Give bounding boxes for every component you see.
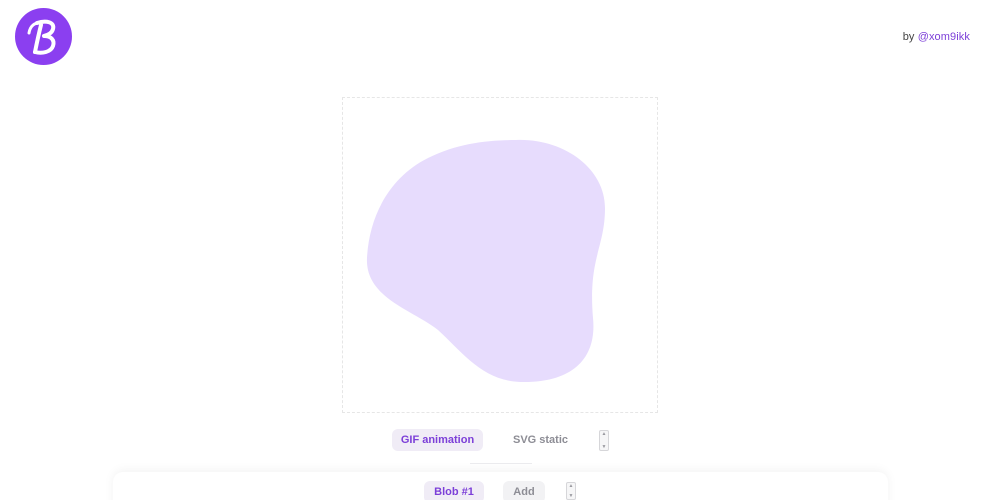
export-scroll-stepper[interactable]: ▲ ▼ bbox=[599, 430, 609, 451]
app-root: by @xom9ikk GIF animation SVG static ▲ ▼… bbox=[0, 0, 1000, 500]
chevron-down-icon: ▼ bbox=[568, 493, 574, 499]
blob-canvas[interactable] bbox=[342, 97, 658, 413]
author-credit: by @xom9ikk bbox=[903, 31, 970, 43]
chevron-up-icon: ▲ bbox=[568, 483, 574, 489]
author-link[interactable]: @xom9ikk bbox=[918, 31, 970, 43]
export-svg-button[interactable]: SVG static bbox=[500, 429, 581, 451]
blob-shape bbox=[366, 139, 605, 383]
chevron-up-icon: ▲ bbox=[601, 431, 607, 437]
credit-prefix: by bbox=[902, 31, 918, 43]
blob-panel bbox=[113, 472, 888, 500]
app-logo[interactable] bbox=[15, 8, 72, 65]
section-divider bbox=[470, 463, 532, 464]
chevron-down-icon: ▼ bbox=[601, 444, 607, 450]
add-blob-button[interactable]: Add bbox=[503, 481, 545, 500]
blob-tab-1[interactable]: Blob #1 bbox=[424, 481, 484, 500]
export-gif-button[interactable]: GIF animation bbox=[392, 429, 483, 451]
blob-scroll-stepper[interactable]: ▲ ▼ bbox=[566, 482, 576, 500]
logo-b-icon bbox=[27, 19, 56, 55]
